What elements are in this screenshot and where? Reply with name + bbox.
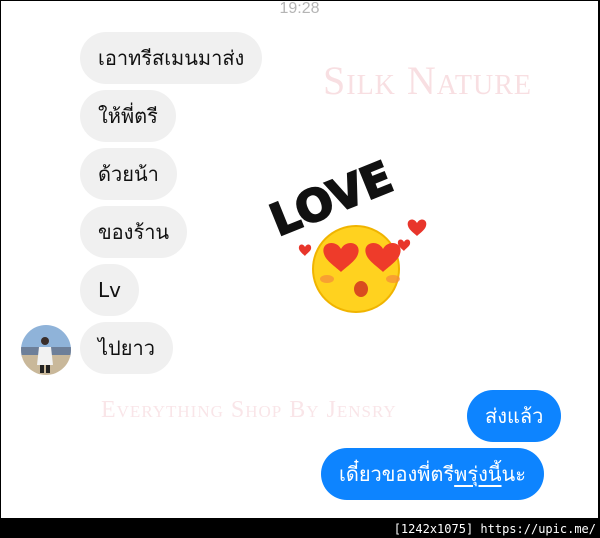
outgoing-message-link[interactable]: พรุ่งนี้ [454,462,501,486]
status-time: 19:28 [279,1,320,17]
incoming-message[interactable]: ของร้าน [80,206,188,258]
incoming-message[interactable]: Lv [80,264,139,316]
outgoing-message[interactable]: ส่งแล้ว [467,390,562,442]
image-credit: [1242x1075] https://upic.me/ [393,522,596,536]
love-sticker[interactable]: LOVE [253,151,443,331]
love-heart-eyes-emoji-sticker-icon: LOVE [262,151,427,313]
incoming-message[interactable]: ให้พี่ตรี [80,90,176,142]
watermark-top: Silk Nature [323,58,533,103]
outgoing-message-text: นะ [501,462,526,486]
chat-screen: 19:28 Silk Nature Everything Shop By Jen… [1,1,598,518]
contact-avatar[interactable] [21,325,71,375]
watermark-bottom: Everything Shop By Jensry [101,397,397,423]
outgoing-message[interactable]: เดี๋ยวของพี่ตรีพรุ่งนี้นะ [321,448,544,500]
outgoing-message-text: เดี๋ยวของพี่ตรี [339,462,455,486]
incoming-message[interactable]: ไปยาว [80,322,173,374]
incoming-message[interactable]: ด้วยน้า [80,148,177,200]
avatar-photo-icon [21,325,71,375]
incoming-message[interactable]: เอาทรีสเมนมาส่ง [80,32,263,84]
